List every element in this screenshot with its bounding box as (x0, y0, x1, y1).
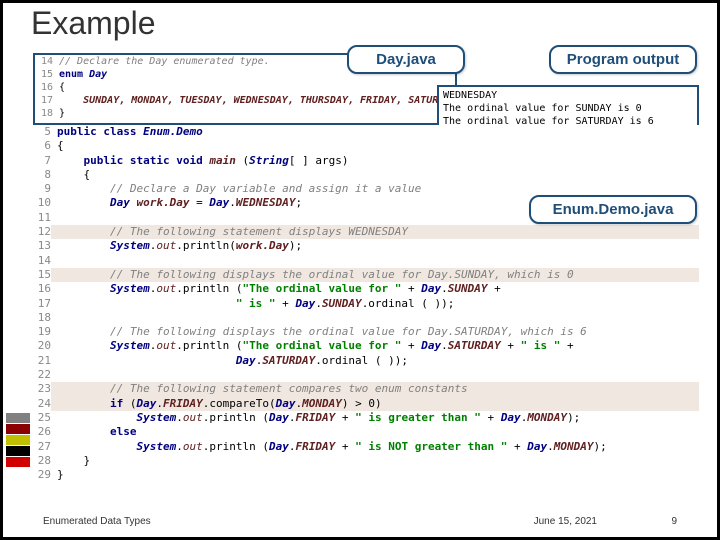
accent-bar (6, 413, 30, 423)
accent-bar (6, 457, 30, 467)
callout-enum-demo-java: Enum.Demo.java (529, 195, 697, 224)
enum-demo-code: 5public class Enum.Demo 6{ 7 public stat… (33, 125, 699, 482)
accent-bar (6, 446, 30, 456)
callout-program-output: Program output (549, 45, 697, 74)
footer-date: June 15, 2021 (534, 516, 597, 527)
accent-bar (6, 424, 30, 434)
slide-title: Example (31, 5, 156, 42)
callout-day-java: Day.java (347, 45, 465, 74)
footer-topic: Enumerated Data Types (43, 516, 151, 527)
accent-bar (6, 435, 30, 445)
slide: Example 14// Declare the Day enumerated … (0, 0, 720, 540)
footer-page-number: 9 (671, 516, 677, 527)
sidebar-accent (6, 51, 30, 507)
enum-demo-code-box: 5public class Enum.Demo 6{ 7 public stat… (33, 125, 699, 485)
